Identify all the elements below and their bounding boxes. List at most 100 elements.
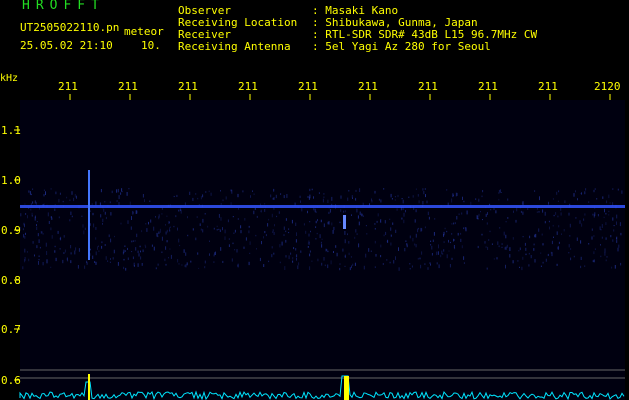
noise-speck: [370, 250, 372, 252]
noise-speck: [165, 263, 167, 266]
noise-speck: [558, 190, 560, 193]
noise-speck: [123, 258, 125, 261]
noise-speck: [200, 228, 202, 231]
noise-speck: [42, 233, 44, 235]
noise-speck: [560, 212, 562, 216]
noise-speck: [142, 249, 144, 253]
noise-speck: [359, 211, 361, 215]
noise-speck: [521, 266, 523, 271]
noise-speck: [542, 209, 544, 213]
noise-speck: [313, 208, 315, 211]
noise-speck: [446, 189, 448, 191]
noise-speck: [436, 251, 438, 256]
noise-speck: [393, 260, 395, 264]
noise-speck: [148, 221, 149, 225]
noise-speck: [522, 236, 524, 238]
noise-speck: [380, 244, 382, 248]
noise-speck: [165, 246, 167, 250]
noise-speck: [197, 252, 199, 255]
noise-speck: [218, 214, 220, 218]
noise-speck: [327, 264, 329, 269]
noise-speck: [389, 218, 391, 220]
noise-speck: [63, 235, 65, 238]
noise-speck: [402, 199, 404, 204]
noise-speck: [95, 237, 97, 240]
noise-speck: [485, 246, 487, 248]
noise-speck: [383, 234, 385, 237]
noise-speck: [28, 258, 30, 262]
noise-speck: [580, 240, 582, 244]
noise-speck: [405, 240, 407, 242]
noise-speck: [59, 237, 61, 240]
noise-speck: [339, 263, 341, 265]
noise-speck: [36, 221, 38, 223]
noise-speck: [298, 262, 300, 266]
noise-speck: [170, 254, 172, 259]
noise-speck: [499, 227, 501, 229]
noise-speck: [256, 215, 258, 218]
noise-speck: [418, 200, 420, 204]
noise-speck: [332, 230, 334, 234]
noise-speck: [527, 208, 529, 210]
noise-speck: [30, 208, 32, 211]
noise-speck: [440, 254, 442, 258]
noise-speck: [67, 259, 69, 262]
noise-speck: [348, 241, 350, 244]
noise-speck: [461, 245, 463, 249]
noise-speck: [414, 243, 416, 246]
noise-speck: [568, 252, 570, 254]
noise-speck: [98, 245, 99, 248]
noise-speck: [133, 262, 135, 266]
noise-speck: [58, 198, 60, 203]
noise-speck: [84, 227, 86, 230]
noise-speck: [423, 191, 425, 195]
noise-speck: [209, 253, 210, 256]
noise-speck: [155, 216, 156, 218]
noise-speck: [275, 194, 277, 199]
noise-speck: [271, 213, 273, 218]
noise-speck: [75, 247, 77, 251]
noise-speck: [151, 244, 153, 247]
noise-speck: [245, 237, 247, 241]
noise-speck: [547, 253, 549, 256]
noise-speck: [110, 258, 111, 260]
noise-speck: [505, 221, 507, 223]
noise-speck: [417, 257, 419, 260]
noise-speck: [326, 249, 328, 251]
noise-speck: [109, 201, 111, 204]
noise-speck: [501, 243, 503, 245]
noise-speck: [272, 197, 274, 200]
noise-speck: [475, 198, 477, 200]
noise-speck: [616, 236, 618, 240]
noise-speck: [452, 193, 454, 198]
noise-speck: [612, 239, 614, 242]
noise-speck: [519, 266, 520, 268]
noise-speck: [199, 223, 201, 226]
noise-speck: [169, 227, 170, 231]
noise-speck: [66, 196, 68, 199]
noise-speck: [46, 259, 48, 264]
noise-speck: [422, 188, 424, 191]
noise-speck: [442, 253, 444, 255]
noise-speck: [548, 220, 550, 223]
noise-speck: [394, 199, 396, 201]
noise-speck: [300, 200, 301, 203]
noise-speck: [69, 219, 71, 222]
noise-speck: [184, 264, 186, 268]
noise-speck: [438, 264, 440, 269]
noise-speck: [366, 233, 368, 235]
noise-speck: [352, 263, 354, 266]
noise-speck: [490, 209, 492, 211]
noise-speck: [592, 213, 594, 216]
noise-speck: [581, 223, 583, 227]
noise-speck: [323, 196, 325, 198]
noise-speck: [128, 188, 130, 190]
noise-speck: [225, 196, 227, 200]
noise-speck: [426, 200, 428, 204]
noise-speck: [415, 244, 417, 248]
noise-speck: [39, 246, 41, 249]
hrofft-spectrogram-window: HROFFT UT2505022110.pn meteor 25.05.02 2…: [0, 0, 629, 400]
noise-speck: [429, 262, 431, 264]
noise-speck: [307, 196, 309, 198]
noise-speck: [552, 224, 554, 227]
